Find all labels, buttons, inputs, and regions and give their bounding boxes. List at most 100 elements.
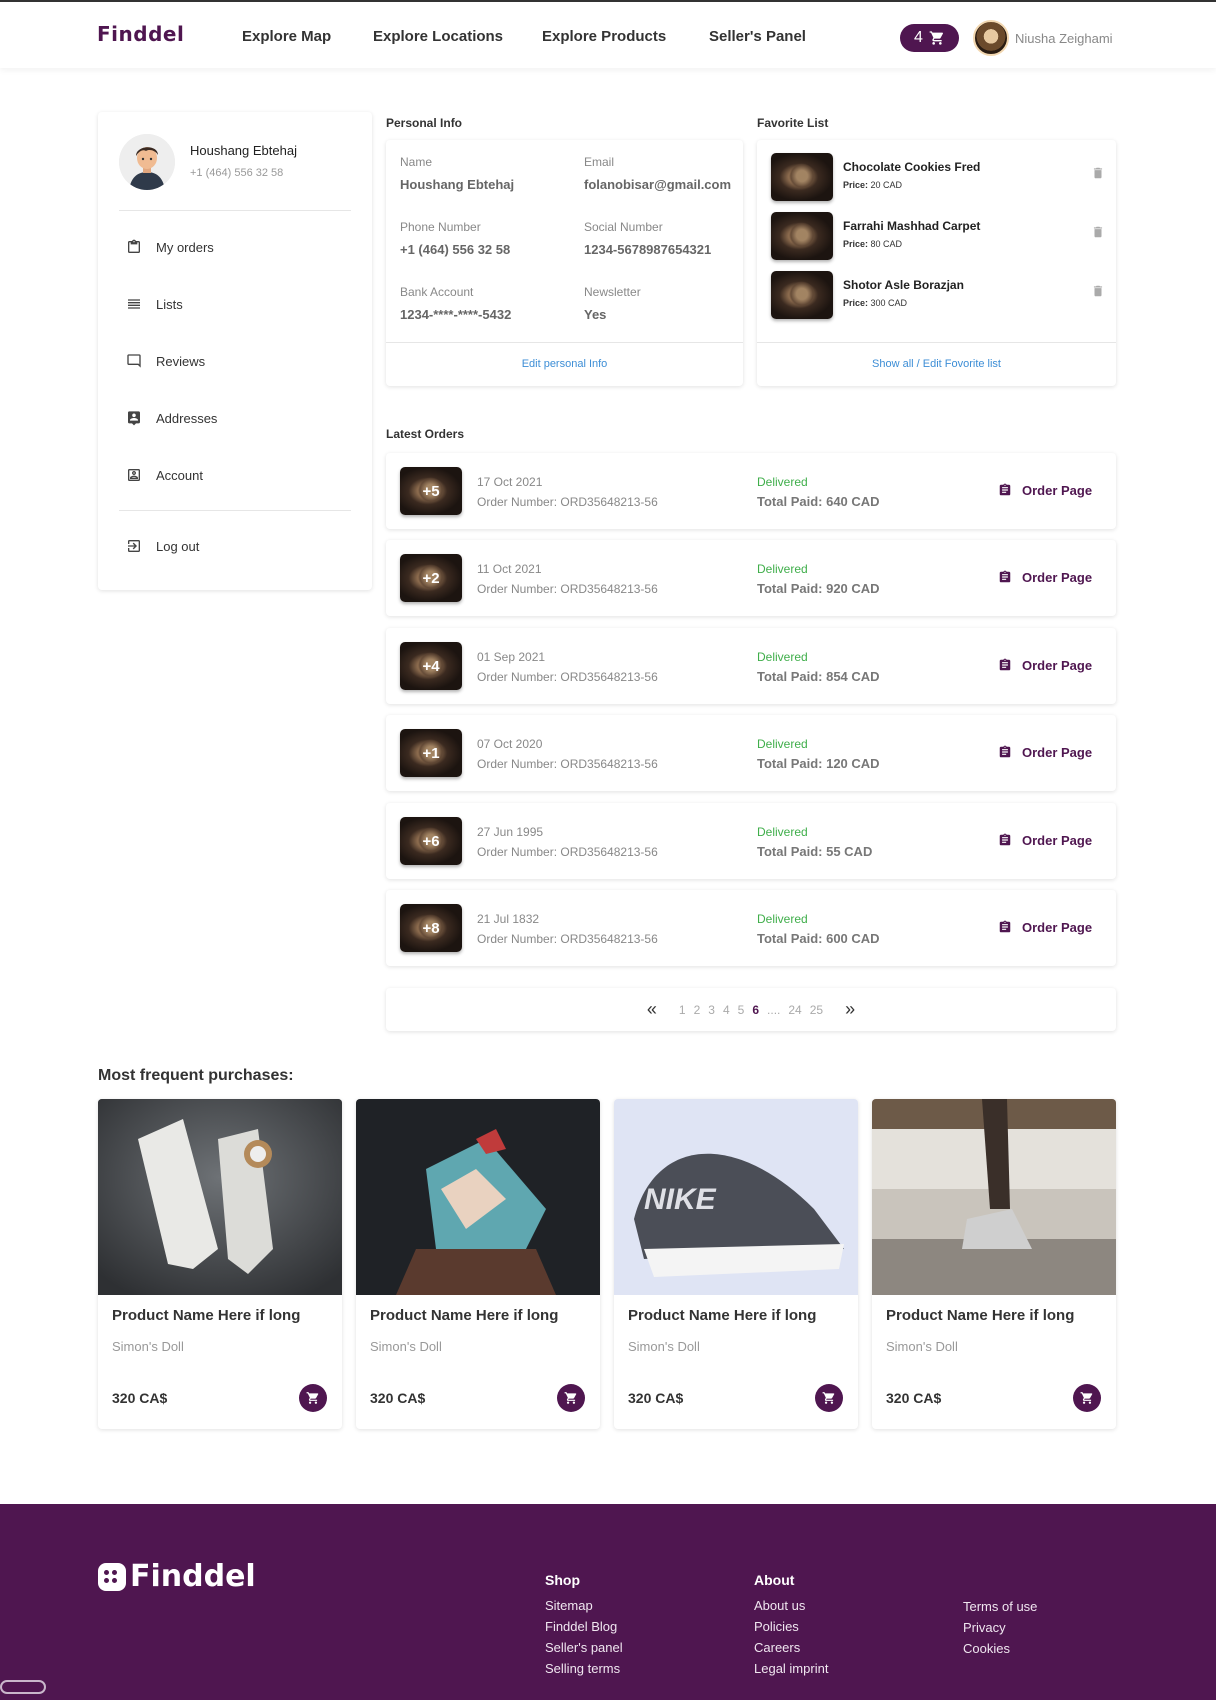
page-link[interactable]: 1 bbox=[679, 1003, 686, 1017]
first-page-icon[interactable]: « bbox=[647, 999, 657, 1020]
table-row: +6 27 Jun 1995 Order Number: ORD35648213… bbox=[386, 803, 1116, 879]
page-link[interactable]: 25 bbox=[810, 1003, 823, 1017]
footer-logo[interactable]: Finddel bbox=[98, 1559, 256, 1594]
order-total: Total Paid: 854 CAD bbox=[757, 669, 880, 684]
nav-explore-map[interactable]: Explore Map bbox=[242, 28, 373, 45]
order-date: 07 Oct 2020 bbox=[477, 737, 543, 751]
sidebar-item-label: Reviews bbox=[156, 353, 206, 369]
field-label-social: Social Number bbox=[584, 220, 663, 234]
nav-sellers-panel[interactable]: Seller's Panel bbox=[709, 28, 806, 45]
trash-icon[interactable] bbox=[1091, 165, 1105, 181]
nav-explore-locations[interactable]: Explore Locations bbox=[373, 28, 542, 45]
product-card[interactable]: Product Name Here if long Simon's Doll 3… bbox=[98, 1099, 342, 1429]
order-number: Order Number: ORD35648213-56 bbox=[477, 757, 658, 771]
order-page-label: Order Page bbox=[1022, 482, 1093, 498]
price-label: Price: bbox=[843, 239, 869, 249]
order-page-button[interactable]: Order Page bbox=[998, 919, 1092, 935]
order-item-count: +1 bbox=[422, 744, 440, 762]
product-price: 320 CA$ bbox=[370, 1390, 426, 1406]
order-page-label: Order Page bbox=[1022, 832, 1093, 848]
profile-name: Houshang Ebtehaj bbox=[190, 143, 297, 158]
footer-column-legal: Terms of use Privacy Cookies bbox=[963, 1599, 1037, 1662]
user-avatar[interactable] bbox=[973, 20, 1009, 56]
order-item-count: +2 bbox=[422, 569, 440, 587]
edit-personal-info-link[interactable]: Edit personal Info bbox=[386, 358, 743, 370]
nav-explore-products[interactable]: Explore Products bbox=[542, 28, 709, 45]
assignment-icon bbox=[999, 745, 1011, 758]
footer-link[interactable]: Terms of use bbox=[963, 1599, 1037, 1614]
footer-link[interactable]: Sitemap bbox=[545, 1598, 623, 1613]
field-label-bank: Bank Account bbox=[400, 285, 474, 299]
top-navbar: Finddel Explore Map Explore Locations Ex… bbox=[0, 2, 1216, 68]
order-total: Total Paid: 55 CAD bbox=[757, 844, 873, 859]
product-name: Product Name Here if long bbox=[628, 1307, 817, 1324]
order-page-button[interactable]: Order Page bbox=[998, 744, 1092, 760]
cart-button[interactable]: 4 bbox=[900, 24, 959, 52]
sidebar-item-lists[interactable]: Lists bbox=[126, 292, 183, 316]
page-link-current[interactable]: 6 bbox=[752, 1003, 759, 1017]
edit-favorites-link[interactable]: Show all / Edit Fovorite list bbox=[757, 358, 1116, 370]
favorite-price: Price: 300 CAD bbox=[843, 298, 907, 308]
product-price: 320 CA$ bbox=[628, 1390, 684, 1406]
scroll-indicator[interactable] bbox=[0, 1680, 46, 1694]
table-row: +1 07 Oct 2020 Order Number: ORD35648213… bbox=[386, 715, 1116, 791]
product-thumbnail bbox=[771, 153, 833, 201]
footer-link[interactable]: About us bbox=[754, 1598, 828, 1613]
product-image bbox=[872, 1099, 1116, 1295]
page-link[interactable]: 2 bbox=[694, 1003, 701, 1017]
footer-link[interactable]: Selling terms bbox=[545, 1661, 623, 1676]
add-to-cart-button[interactable] bbox=[299, 1384, 327, 1412]
footer-link[interactable]: Finddel Blog bbox=[545, 1619, 623, 1634]
table-row: +2 11 Oct 2021 Order Number: ORD35648213… bbox=[386, 540, 1116, 616]
user-name[interactable]: Niusha Zeighami bbox=[1015, 31, 1113, 46]
footer-link[interactable]: Cookies bbox=[963, 1641, 1037, 1656]
page-link[interactable]: 5 bbox=[738, 1003, 745, 1017]
product-image bbox=[356, 1099, 600, 1295]
last-page-icon[interactable]: » bbox=[845, 999, 855, 1020]
divider bbox=[119, 510, 351, 511]
list-icon bbox=[128, 299, 140, 309]
trash-icon[interactable] bbox=[1091, 224, 1105, 240]
sidebar-item-account[interactable]: Account bbox=[126, 463, 203, 487]
list-item[interactable]: Farrahi Mashhad Carpet Price: 80 CAD bbox=[771, 212, 1103, 260]
sidebar-item-reviews[interactable]: Reviews bbox=[126, 349, 205, 373]
footer-link[interactable]: Privacy bbox=[963, 1620, 1037, 1635]
profile-avatar bbox=[119, 134, 175, 190]
brand-logo[interactable]: Finddel bbox=[97, 22, 184, 46]
list-item[interactable]: Chocolate Cookies Fred Price: 20 CAD bbox=[771, 153, 1103, 201]
sidebar-item-my-orders[interactable]: My orders bbox=[126, 235, 214, 259]
footer-link[interactable]: Legal imprint bbox=[754, 1661, 828, 1676]
sidebar-item-addresses[interactable]: Addresses bbox=[126, 406, 217, 430]
field-value-name: Houshang Ebtehaj bbox=[400, 177, 515, 192]
order-page-label: Order Page bbox=[1022, 919, 1093, 935]
add-to-cart-button[interactable] bbox=[1073, 1384, 1101, 1412]
page-link[interactable]: 3 bbox=[708, 1003, 715, 1017]
order-page-button[interactable]: Order Page bbox=[998, 482, 1092, 498]
favorite-name: Chocolate Cookies Fred bbox=[843, 160, 981, 174]
product-seller: Simon's Doll bbox=[112, 1339, 184, 1354]
order-item-count: +6 bbox=[422, 832, 440, 850]
product-card[interactable]: Product Name Here if long Simon's Doll 3… bbox=[356, 1099, 600, 1429]
order-total: Total Paid: 600 CAD bbox=[757, 931, 880, 946]
product-card[interactable]: Product Name Here if long Simon's Doll 3… bbox=[872, 1099, 1116, 1429]
add-to-cart-button[interactable] bbox=[557, 1384, 585, 1412]
order-page-button[interactable]: Order Page bbox=[998, 569, 1092, 585]
order-date: 01 Sep 2021 bbox=[477, 650, 546, 664]
footer-link[interactable]: Seller's panel bbox=[545, 1640, 623, 1655]
page-link[interactable]: 24 bbox=[788, 1003, 801, 1017]
trash-icon[interactable] bbox=[1091, 283, 1105, 299]
add-to-cart-button[interactable] bbox=[815, 1384, 843, 1412]
product-card[interactable]: NIKE Product Name Here if long Simon's D… bbox=[614, 1099, 858, 1429]
footer-link[interactable]: Policies bbox=[754, 1619, 828, 1634]
order-page-button[interactable]: Order Page bbox=[998, 657, 1092, 673]
product-seller: Simon's Doll bbox=[370, 1339, 442, 1354]
sidebar-item-label: My orders bbox=[156, 239, 214, 255]
list-item[interactable]: Shotor Asle Borazjan Price: 300 CAD bbox=[771, 271, 1103, 319]
footer-link[interactable]: Careers bbox=[754, 1640, 828, 1655]
logout-button[interactable]: Log out bbox=[126, 534, 199, 558]
product-seller: Simon's Doll bbox=[886, 1339, 958, 1354]
favorite-name: Farrahi Mashhad Carpet bbox=[843, 219, 981, 233]
page-link[interactable]: 4 bbox=[723, 1003, 730, 1017]
order-page-button[interactable]: Order Page bbox=[998, 832, 1092, 848]
order-page-label: Order Page bbox=[1022, 569, 1093, 585]
